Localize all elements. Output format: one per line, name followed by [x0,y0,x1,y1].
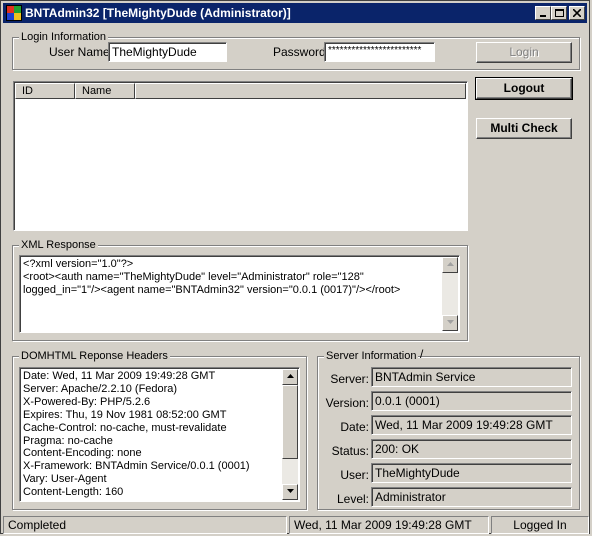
column-header-id[interactable]: ID [15,83,75,99]
title-bar[interactable]: BNTAdmin32 [TheMightyDude (Administrator… [3,3,587,23]
header-line: Content-Encoding: none [23,447,142,460]
status-text: Completed [3,516,287,534]
date-value: Wed, 11 Mar 2009 19:49:28 GMT [371,415,572,435]
scroll-down-button[interactable] [282,484,298,500]
header-line: X-Framework: BNTAdmin Service/0.0.1 (000… [23,460,250,473]
title-mark: / [420,347,424,361]
level-value: Administrator [371,487,572,507]
header-line: Content-Length: 160 [23,486,124,499]
username-field[interactable]: TheMightyDude [108,42,227,62]
scroll-thumb[interactable] [282,385,298,459]
password-field[interactable]: ************************ [324,42,435,62]
status-datetime: Wed, 11 Mar 2009 19:49:28 GMT [289,516,489,534]
arrow-down-icon [286,489,294,493]
maximize-icon [554,9,564,17]
header-line: Cache-Control: no-cache, must-revalidate [23,421,227,434]
user-value: TheMightyDude [371,463,572,483]
level-label: Level: [336,492,369,506]
arrow-down-icon [446,320,454,324]
xml-response-content: <?xml version="1.0"?> <root><auth name="… [23,258,400,297]
users-list[interactable]: ID Name [13,81,468,231]
server-value: BNTAdmin Service [371,367,572,387]
header-line: Vary: User-Agent [23,473,107,486]
version-value: 0.0.1 (0001) [371,391,572,411]
minimize-icon [540,15,546,17]
scroll-up-button[interactable] [442,257,458,273]
scroll-down-button[interactable] [442,315,458,331]
multi-check-button[interactable]: Multi Check [476,118,572,139]
arrow-up-icon [286,374,294,378]
header-line: Date: Wed, 11 Mar 2009 19:49:28 GMT [23,370,216,382]
xml-response-text[interactable]: <?xml version="1.0"?> <root><auth name="… [19,255,460,333]
user-label: User: [340,468,369,482]
headers-scrollbar[interactable] [282,369,298,500]
column-header-filler [135,83,466,99]
header-line: Server: Apache/2.2.10 (Fedora) [23,382,178,395]
scroll-up-button[interactable] [282,369,298,385]
xml-line: <?xml version="1.0"?> [23,258,134,270]
headers-group-title: DOMHTML Reponse Headers [19,350,170,362]
headers-text[interactable]: Date: Wed, 11 Mar 2009 19:49:28 GMT Serv… [19,367,300,502]
minimize-button[interactable] [535,6,551,20]
server-info-title: Server Information [324,350,419,362]
login-group-title: Login Information [19,31,108,43]
window-title: BNTAdmin32 [TheMightyDude (Administrator… [25,6,291,20]
main-window: BNTAdmin32 [TheMightyDude (Administrator… [0,0,590,534]
xml-response-title: XML Response [19,239,98,251]
status-label: Status: [331,444,369,458]
header-line: X-Powered-By: PHP/5.2.6 [23,395,151,408]
close-icon [573,9,581,17]
login-button[interactable]: Login [476,42,572,63]
close-button[interactable] [569,6,585,20]
arrow-up-icon [446,262,454,266]
version-label: Version: [325,396,369,410]
password-label: Password: [273,45,330,59]
username-label: User Name: [49,45,114,59]
column-header-name[interactable]: Name [75,83,135,99]
logout-button[interactable]: Logout [475,77,573,100]
xml-line: logged_in="1"/><agent name="BNTAdmin32" … [23,284,401,296]
headers-content: Date: Wed, 11 Mar 2009 19:49:28 GMT Serv… [23,370,250,499]
header-line: Pragma: no-cache [23,434,113,447]
status-value: 200: OK [371,439,572,459]
app-window-icon [6,5,22,21]
server-label: Server: [330,372,369,386]
xml-scrollbar[interactable] [442,257,458,331]
xml-line: <root><auth name="TheMightyDude" level="… [23,271,364,283]
status-login-state: Logged In [491,516,589,534]
maximize-button[interactable] [551,6,567,20]
date-label: Date: [340,420,369,434]
header-line: Expires: Thu, 19 Nov 1981 08:52:00 GMT [23,408,227,421]
